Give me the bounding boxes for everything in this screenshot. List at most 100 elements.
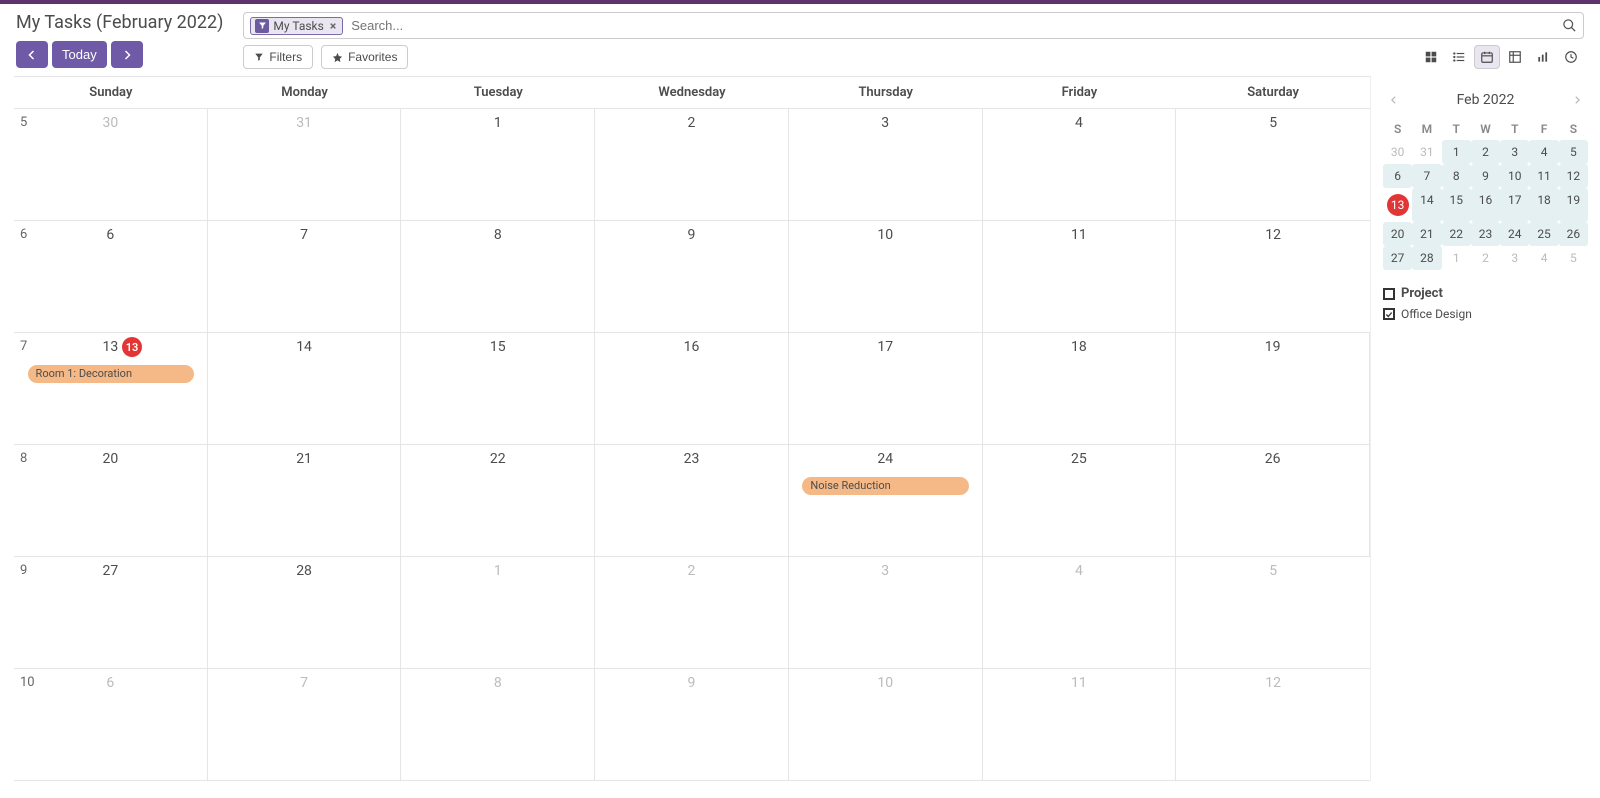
day-cell[interactable]: 1313 — [14, 333, 208, 444]
mini-day[interactable]: 24 — [1500, 222, 1529, 246]
next-period-button[interactable] — [111, 41, 143, 68]
mini-day[interactable]: 31 — [1412, 140, 1441, 164]
mini-next-month[interactable] — [1566, 93, 1588, 107]
mini-day[interactable]: 7 — [1412, 164, 1441, 188]
mini-day[interactable]: 4 — [1529, 246, 1558, 270]
chip-remove-icon[interactable]: × — [328, 19, 338, 33]
mini-day[interactable]: 16 — [1471, 188, 1500, 222]
mini-day[interactable]: 4 — [1529, 140, 1558, 164]
search-bar[interactable]: My Tasks × — [243, 12, 1584, 39]
mini-day[interactable]: 9 — [1471, 164, 1500, 188]
day-cell[interactable]: 10 — [789, 669, 983, 780]
mini-day[interactable]: 18 — [1529, 188, 1558, 222]
mini-day[interactable]: 5 — [1559, 140, 1588, 164]
day-cell[interactable]: 25 — [983, 445, 1177, 556]
view-list-icon[interactable] — [1446, 45, 1472, 69]
day-cell[interactable]: 22 — [401, 445, 595, 556]
day-cell[interactable]: 31 — [208, 109, 402, 220]
mini-day[interactable]: 19 — [1559, 188, 1588, 222]
mini-day[interactable]: 23 — [1471, 222, 1500, 246]
day-cell[interactable]: 26 — [1176, 445, 1370, 556]
mini-day[interactable]: 10 — [1500, 164, 1529, 188]
today-button[interactable]: Today — [52, 41, 107, 68]
mini-day[interactable]: 30 — [1383, 140, 1412, 164]
mini-day[interactable]: 22 — [1442, 222, 1471, 246]
mini-day[interactable]: 6 — [1383, 164, 1412, 188]
day-cell[interactable]: 17 — [789, 333, 983, 444]
day-cell[interactable]: 12 — [1176, 669, 1370, 780]
day-cell[interactable]: 10 — [789, 221, 983, 332]
favorites-button[interactable]: Favorites — [321, 45, 408, 69]
day-cell[interactable]: 20 — [14, 445, 208, 556]
mini-day[interactable]: 2 — [1471, 140, 1500, 164]
day-cell[interactable]: 14 — [208, 333, 402, 444]
day-cell[interactable]: 9 — [595, 669, 789, 780]
mini-day[interactable]: 2 — [1471, 246, 1500, 270]
day-cell[interactable]: 8 — [401, 669, 595, 780]
mini-day[interactable]: 3 — [1500, 246, 1529, 270]
day-cell[interactable]: 2 — [595, 557, 789, 668]
mini-day[interactable]: 12 — [1559, 164, 1588, 188]
view-activity-icon[interactable] — [1558, 45, 1584, 69]
day-cell[interactable]: 23 — [595, 445, 789, 556]
mini-day[interactable]: 1 — [1442, 246, 1471, 270]
mini-day[interactable]: 8 — [1442, 164, 1471, 188]
day-cell[interactable]: 7 — [208, 669, 402, 780]
mini-day[interactable]: 25 — [1529, 222, 1558, 246]
mini-day[interactable]: 11 — [1529, 164, 1558, 188]
day-cell[interactable]: 6 — [14, 221, 208, 332]
prev-period-button[interactable] — [16, 41, 48, 68]
calendar-event[interactable]: Room 1: Decoration — [28, 365, 195, 383]
day-cell[interactable]: 27 — [14, 557, 208, 668]
mini-day[interactable]: 14 — [1412, 188, 1441, 222]
search-input[interactable] — [347, 15, 1558, 36]
day-cell[interactable]: 15 — [401, 333, 595, 444]
day-cell[interactable]: 16 — [595, 333, 789, 444]
day-cell[interactable]: 9 — [595, 221, 789, 332]
view-pivot-icon[interactable] — [1502, 45, 1528, 69]
mini-day-today[interactable]: 13 — [1387, 194, 1409, 216]
day-cell[interactable]: 1 — [401, 109, 595, 220]
day-cell[interactable]: 7 — [208, 221, 402, 332]
mini-day[interactable]: 15 — [1442, 188, 1471, 222]
filters-button[interactable]: Filters — [243, 45, 313, 69]
project-group-checkbox[interactable] — [1383, 288, 1395, 300]
mini-prev-month[interactable] — [1383, 93, 1405, 107]
mini-day[interactable]: 20 — [1383, 222, 1412, 246]
day-cell[interactable]: 18 — [983, 333, 1177, 444]
day-cell[interactable]: 11 — [983, 669, 1177, 780]
day-cell[interactable]: 11 — [983, 221, 1177, 332]
day-cell[interactable]: 2 — [595, 109, 789, 220]
day-cell[interactable]: 4 — [983, 557, 1177, 668]
day-cell[interactable]: 5 — [1176, 557, 1370, 668]
day-cell[interactable]: 19 — [1176, 333, 1370, 444]
day-cell[interactable]: 3 — [789, 557, 983, 668]
day-cell[interactable]: 4 — [983, 109, 1177, 220]
mini-day[interactable]: 1 — [1442, 140, 1471, 164]
calendar-event[interactable]: Noise Reduction — [802, 477, 969, 495]
day-cell[interactable]: 1 — [401, 557, 595, 668]
mini-day[interactable]: 27 — [1383, 246, 1412, 270]
day-cell[interactable]: 30 — [14, 109, 208, 220]
mini-day[interactable]: 17 — [1500, 188, 1529, 222]
mini-day[interactable]: 21 — [1412, 222, 1441, 246]
view-kanban-icon[interactable] — [1418, 45, 1444, 69]
day-cell[interactable]: 6 — [14, 669, 208, 780]
mini-day[interactable]: 13 — [1383, 188, 1412, 222]
filter-checkbox[interactable] — [1383, 308, 1395, 320]
day-cell[interactable]: 5 — [1176, 109, 1370, 220]
day-cell[interactable]: 3 — [789, 109, 983, 220]
search-icon[interactable] — [1562, 18, 1577, 33]
day-cell[interactable]: 24 — [789, 445, 983, 556]
mini-day[interactable]: 5 — [1559, 246, 1588, 270]
view-calendar-icon[interactable] — [1474, 45, 1500, 69]
day-cell[interactable]: 28 — [208, 557, 402, 668]
mini-day[interactable]: 28 — [1412, 246, 1441, 270]
view-graph-icon[interactable] — [1530, 45, 1556, 69]
mini-day[interactable]: 3 — [1500, 140, 1529, 164]
mini-day[interactable]: 26 — [1559, 222, 1588, 246]
day-cell[interactable]: 21 — [208, 445, 402, 556]
day-cell[interactable]: 12 — [1176, 221, 1370, 332]
search-filter-chip[interactable]: My Tasks × — [250, 17, 343, 35]
day-cell[interactable]: 8 — [401, 221, 595, 332]
